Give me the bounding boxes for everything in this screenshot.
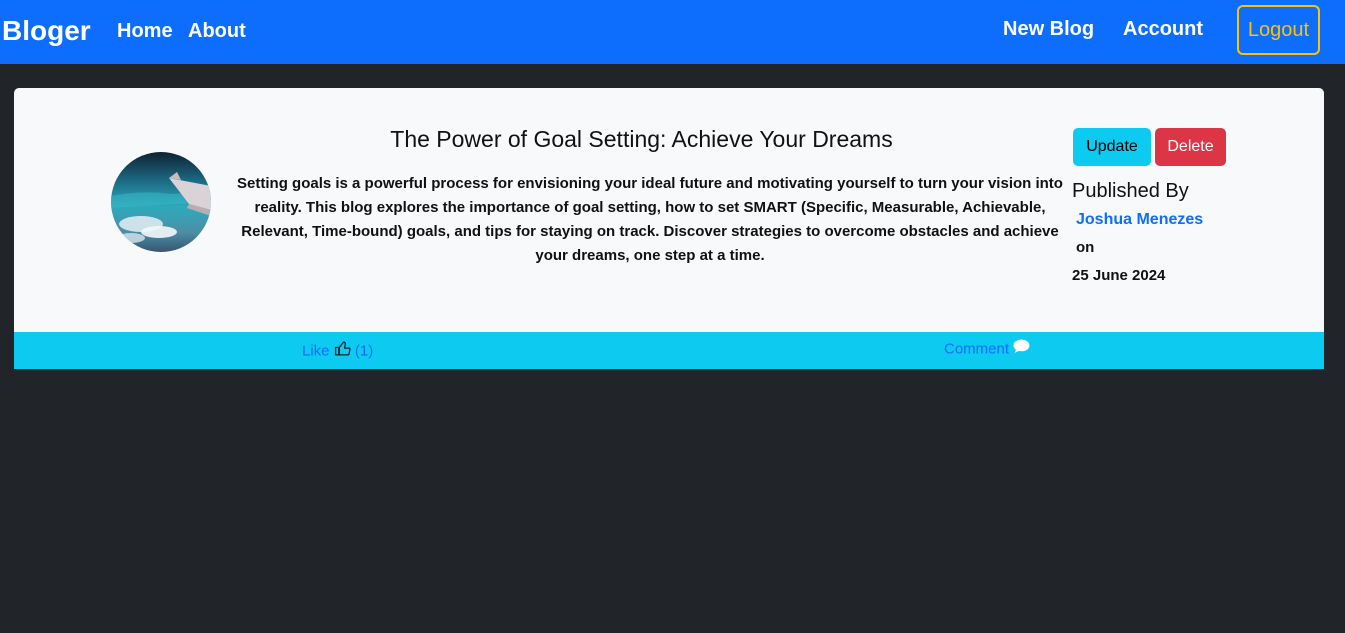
publish-date: 25 June 2024 [1072,267,1166,284]
like-label: Like [302,342,330,360]
author-link[interactable]: Joshua Menezes [1076,209,1203,231]
nav-home-link[interactable]: Home [117,18,173,44]
comment-label: Comment [944,340,1010,358]
logout-button[interactable]: Logout [1237,5,1320,55]
nav-account-link[interactable]: Account [1123,16,1203,42]
post-title: The Power of Goal Setting: Achieve Your … [390,126,893,152]
update-button[interactable]: Update [1073,128,1151,166]
on-label: on [1076,239,1095,256]
navbar: Bloger Home About New Blog Account Logou… [0,0,1345,64]
blog-post-card: The Power of Goal Setting: Achieve Your … [14,88,1324,369]
post-image [111,152,211,252]
like-count: (1) [354,342,374,360]
thumbs-up-icon [334,340,351,363]
comment-button[interactable]: Comment [944,339,1030,360]
like-button[interactable]: Like (1) [302,340,373,363]
nav-about-link[interactable]: About [188,18,246,44]
airplane-window-photo [111,152,211,252]
post-actions-bar: Like (1) Comment [14,332,1324,369]
nav-new-blog-link[interactable]: New Blog [1003,16,1094,42]
chat-bubble-icon [1013,339,1030,360]
delete-button[interactable]: Delete [1155,128,1226,166]
brand-logo[interactable]: Bloger [2,14,91,48]
post-content: Setting goals is a powerful process for … [237,175,1063,264]
published-by-heading: Published By [1072,180,1189,202]
